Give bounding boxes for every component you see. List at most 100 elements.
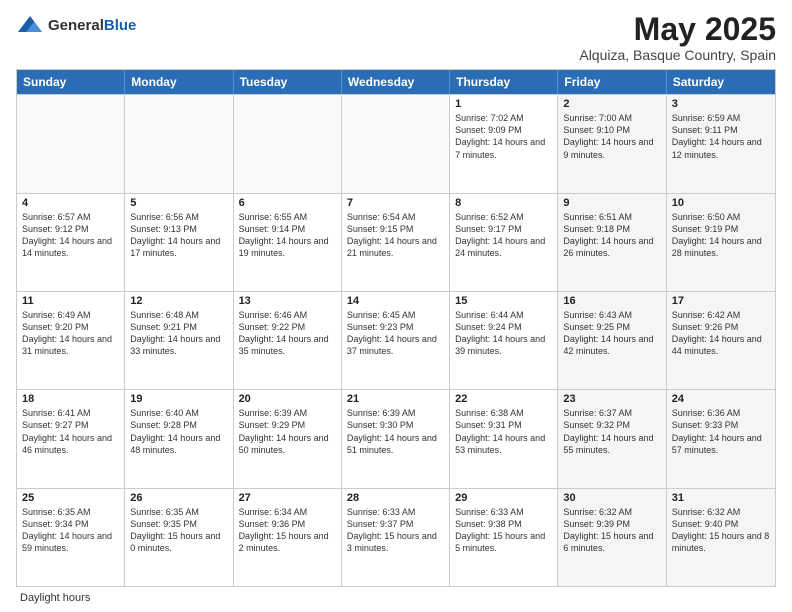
- day-number: 29: [455, 492, 552, 504]
- logo-text: GeneralBlue: [48, 18, 136, 35]
- day-info: Sunrise: 6:34 AM Sunset: 9:36 PM Dayligh…: [239, 506, 336, 555]
- day-info: Sunrise: 7:02 AM Sunset: 9:09 PM Dayligh…: [455, 112, 552, 161]
- cal-week-1: 1 Sunrise: 7:02 AM Sunset: 9:09 PM Daylig…: [17, 94, 775, 192]
- day-info: Sunrise: 7:00 AM Sunset: 9:10 PM Dayligh…: [563, 112, 660, 161]
- cal-header-wednesday: Wednesday: [342, 70, 450, 94]
- day-info: Sunrise: 6:38 AM Sunset: 9:31 PM Dayligh…: [455, 407, 552, 456]
- day-number: 30: [563, 492, 660, 504]
- day-number: 31: [672, 492, 770, 504]
- day-info: Sunrise: 6:55 AM Sunset: 9:14 PM Dayligh…: [239, 211, 336, 260]
- cal-week-3: 11Sunrise: 6:49 AM Sunset: 9:20 PM Dayli…: [17, 291, 775, 389]
- cal-cell-22: 22Sunrise: 6:38 AM Sunset: 9:31 PM Dayli…: [450, 390, 558, 487]
- footer-label: Daylight hours: [20, 592, 90, 604]
- day-number: 3: [672, 98, 770, 110]
- day-number: 13: [239, 295, 336, 307]
- day-number: 20: [239, 393, 336, 405]
- day-info: Sunrise: 6:44 AM Sunset: 9:24 PM Dayligh…: [455, 309, 552, 358]
- day-info: Sunrise: 6:48 AM Sunset: 9:21 PM Dayligh…: [130, 309, 227, 358]
- title-block: May 2025 Alquiza, Basque Country, Spain: [579, 12, 776, 63]
- month-year: May 2025: [579, 12, 776, 47]
- day-number: 25: [22, 492, 119, 504]
- day-info: Sunrise: 6:49 AM Sunset: 9:20 PM Dayligh…: [22, 309, 119, 358]
- day-number: 7: [347, 197, 444, 209]
- cal-header-thursday: Thursday: [450, 70, 558, 94]
- cal-cell-4: 4 Sunrise: 6:57 AM Sunset: 9:12 PM Daylig…: [17, 194, 125, 291]
- cal-cell-13: 13 Sunrise: 6:46 AM Sunset: 9:22 PM Dayli…: [234, 292, 342, 389]
- day-info: Sunrise: 6:43 AM Sunset: 9:25 PM Dayligh…: [563, 309, 660, 358]
- day-number: 15: [455, 295, 552, 307]
- day-number: 4: [22, 197, 119, 209]
- cal-cell-29: 29Sunrise: 6:33 AM Sunset: 9:38 PM Dayli…: [450, 489, 558, 586]
- day-number: 24: [672, 393, 770, 405]
- day-number: 9: [563, 197, 660, 209]
- cal-cell-18: 18 Sunrise: 6:41 AM Sunset: 9:27 PM Dayli…: [17, 390, 125, 487]
- day-number: 12: [130, 295, 227, 307]
- day-number: 27: [239, 492, 336, 504]
- cal-cell-5: 5 Sunrise: 6:56 AM Sunset: 9:13 PM Daylig…: [125, 194, 233, 291]
- day-info: Sunrise: 6:32 AM Sunset: 9:40 PM Dayligh…: [672, 506, 770, 555]
- cal-cell-empty-0-3: [342, 95, 450, 192]
- day-info: Sunrise: 6:56 AM Sunset: 9:13 PM Dayligh…: [130, 211, 227, 260]
- cal-cell-6: 6Sunrise: 6:55 AM Sunset: 9:14 PM Daylig…: [234, 194, 342, 291]
- day-info: Sunrise: 6:46 AM Sunset: 9:22 PM Dayligh…: [239, 309, 336, 358]
- cal-cell-30: 30 Sunrise: 6:32 AM Sunset: 9:39 PM Dayli…: [558, 489, 666, 586]
- cal-header-monday: Monday: [125, 70, 233, 94]
- logo-icon: [16, 12, 44, 40]
- day-info: Sunrise: 6:32 AM Sunset: 9:39 PM Dayligh…: [563, 506, 660, 555]
- day-number: 26: [130, 492, 227, 504]
- cal-cell-24: 24 Sunrise: 6:36 AM Sunset: 9:33 PM Dayli…: [667, 390, 775, 487]
- cal-cell-9: 9 Sunrise: 6:51 AM Sunset: 9:18 PM Daylig…: [558, 194, 666, 291]
- day-number: 5: [130, 197, 227, 209]
- calendar-header-row: SundayMondayTuesdayWednesdayThursdayFrid…: [17, 70, 775, 94]
- calendar-body: 1 Sunrise: 7:02 AM Sunset: 9:09 PM Daylig…: [17, 94, 775, 586]
- day-info: Sunrise: 6:41 AM Sunset: 9:27 PM Dayligh…: [22, 407, 119, 456]
- day-info: Sunrise: 6:39 AM Sunset: 9:30 PM Dayligh…: [347, 407, 444, 456]
- day-info: Sunrise: 6:33 AM Sunset: 9:37 PM Dayligh…: [347, 506, 444, 555]
- day-number: 1: [455, 98, 552, 110]
- day-number: 16: [563, 295, 660, 307]
- cal-header-saturday: Saturday: [667, 70, 775, 94]
- day-number: 2: [563, 98, 660, 110]
- location: Alquiza, Basque Country, Spain: [579, 47, 776, 63]
- cal-cell-2: 2 Sunrise: 7:00 AM Sunset: 9:10 PM Daylig…: [558, 95, 666, 192]
- cal-cell-31: 31 Sunrise: 6:32 AM Sunset: 9:40 PM Dayli…: [667, 489, 775, 586]
- day-info: Sunrise: 6:36 AM Sunset: 9:33 PM Dayligh…: [672, 407, 770, 456]
- cal-cell-28: 28Sunrise: 6:33 AM Sunset: 9:37 PM Dayli…: [342, 489, 450, 586]
- day-info: Sunrise: 6:51 AM Sunset: 9:18 PM Dayligh…: [563, 211, 660, 260]
- cal-cell-1: 1 Sunrise: 7:02 AM Sunset: 9:09 PM Daylig…: [450, 95, 558, 192]
- cal-cell-empty-0-0: [17, 95, 125, 192]
- cal-cell-10: 10Sunrise: 6:50 AM Sunset: 9:19 PM Dayli…: [667, 194, 775, 291]
- day-number: 18: [22, 393, 119, 405]
- cal-cell-25: 25 Sunrise: 6:35 AM Sunset: 9:34 PM Dayli…: [17, 489, 125, 586]
- day-number: 19: [130, 393, 227, 405]
- cal-cell-23: 23 Sunrise: 6:37 AM Sunset: 9:32 PM Dayli…: [558, 390, 666, 487]
- day-number: 23: [563, 393, 660, 405]
- day-info: Sunrise: 6:35 AM Sunset: 9:35 PM Dayligh…: [130, 506, 227, 555]
- cal-cell-20: 20 Sunrise: 6:39 AM Sunset: 9:29 PM Dayli…: [234, 390, 342, 487]
- logo-blue: Blue: [104, 17, 137, 34]
- cal-cell-7: 7Sunrise: 6:54 AM Sunset: 9:15 PM Daylig…: [342, 194, 450, 291]
- calendar: SundayMondayTuesdayWednesdayThursdayFrid…: [16, 69, 776, 587]
- cal-cell-empty-0-2: [234, 95, 342, 192]
- header: GeneralBlue May 2025 Alquiza, Basque Cou…: [16, 12, 776, 63]
- cal-cell-16: 16 Sunrise: 6:43 AM Sunset: 9:25 PM Dayli…: [558, 292, 666, 389]
- cal-week-4: 18 Sunrise: 6:41 AM Sunset: 9:27 PM Dayli…: [17, 389, 775, 487]
- cal-cell-19: 19Sunrise: 6:40 AM Sunset: 9:28 PM Dayli…: [125, 390, 233, 487]
- day-number: 17: [672, 295, 770, 307]
- cal-header-friday: Friday: [558, 70, 666, 94]
- day-info: Sunrise: 6:52 AM Sunset: 9:17 PM Dayligh…: [455, 211, 552, 260]
- cal-cell-empty-0-1: [125, 95, 233, 192]
- day-info: Sunrise: 6:57 AM Sunset: 9:12 PM Dayligh…: [22, 211, 119, 260]
- day-info: Sunrise: 6:39 AM Sunset: 9:29 PM Dayligh…: [239, 407, 336, 456]
- day-number: 14: [347, 295, 444, 307]
- day-info: Sunrise: 6:35 AM Sunset: 9:34 PM Dayligh…: [22, 506, 119, 555]
- cal-cell-27: 27 Sunrise: 6:34 AM Sunset: 9:36 PM Dayli…: [234, 489, 342, 586]
- cal-cell-12: 12 Sunrise: 6:48 AM Sunset: 9:21 PM Dayli…: [125, 292, 233, 389]
- logo: GeneralBlue: [16, 12, 136, 40]
- day-number: 21: [347, 393, 444, 405]
- cal-cell-8: 8Sunrise: 6:52 AM Sunset: 9:17 PM Daylig…: [450, 194, 558, 291]
- footer-note: Daylight hours: [16, 592, 776, 604]
- cal-cell-17: 17Sunrise: 6:42 AM Sunset: 9:26 PM Dayli…: [667, 292, 775, 389]
- day-info: Sunrise: 6:37 AM Sunset: 9:32 PM Dayligh…: [563, 407, 660, 456]
- cal-header-tuesday: Tuesday: [234, 70, 342, 94]
